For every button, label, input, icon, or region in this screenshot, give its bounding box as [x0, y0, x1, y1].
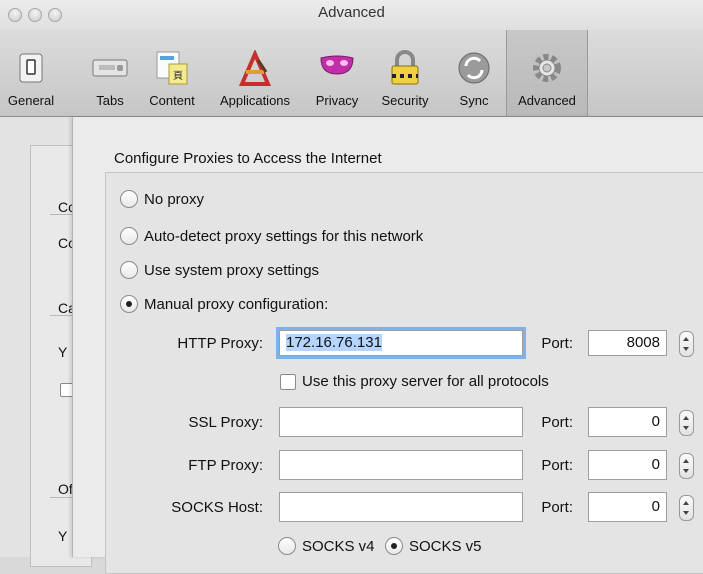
sync-icon — [458, 52, 490, 84]
system-proxy-option[interactable]: Use system proxy settings — [120, 261, 319, 279]
ssl-port-input[interactable]: 0 — [588, 407, 667, 437]
socks-v5-label: SOCKS v5 — [409, 537, 482, 555]
svg-text:頁: 頁 — [173, 70, 183, 82]
radio-button[interactable] — [120, 190, 138, 208]
toolbar-privacy-label: Privacy — [315, 93, 359, 108]
toolbar-applications[interactable]: Applications — [204, 30, 306, 116]
toolbar-applications-label: Applications — [219, 93, 291, 108]
ssl-port-stepper[interactable] — [679, 410, 694, 436]
preferences-toolbar: General Tabs 頁 Content Applications Priv… — [0, 30, 703, 117]
socks-v4-label: SOCKS v4 — [302, 537, 375, 555]
radio-button-selected[interactable] — [120, 295, 138, 313]
http-proxy-input[interactable]: 172.16.76.131 — [276, 327, 526, 359]
background-label: Of — [58, 481, 73, 497]
http-port-input[interactable]: 8008 — [588, 330, 667, 356]
toolbar-advanced[interactable]: Advanced — [506, 30, 588, 116]
socks-port-stepper[interactable] — [679, 495, 694, 521]
toolbar-security-label: Security — [381, 93, 429, 108]
proxy-heading: Configure Proxies to Access the Internet — [114, 150, 382, 167]
http-proxy-label: HTTP Proxy: — [177, 335, 263, 352]
socks-v4-option[interactable]: SOCKS v4 — [278, 537, 375, 555]
toolbar-tabs[interactable]: Tabs — [80, 30, 140, 116]
toolbar-tabs-label: Tabs — [96, 93, 124, 108]
tabs-icon — [92, 59, 128, 77]
manual-proxy-label: Manual proxy configuration: — [144, 295, 329, 313]
socks-host-input[interactable] — [279, 492, 523, 522]
ssl-port-label: Port: — [541, 414, 573, 431]
radio-button[interactable] — [278, 537, 296, 555]
ftp-port-input[interactable]: 0 — [588, 450, 667, 480]
radio-button-selected[interactable] — [385, 537, 403, 555]
ssl-proxy-label: SSL Proxy: — [188, 414, 263, 431]
applications-icon — [238, 50, 272, 86]
no-proxy-label: No proxy — [144, 190, 205, 208]
privacy-mask-icon — [320, 55, 354, 75]
auto-detect-label: Auto-detect proxy settings for this netw… — [144, 227, 424, 245]
no-proxy-option[interactable]: No proxy — [120, 190, 204, 208]
socks-port-input[interactable]: 0 — [588, 492, 667, 522]
http-port-label: Port: — [541, 335, 573, 352]
all-protocols-checkbox[interactable] — [280, 374, 296, 390]
http-proxy-value: 172.16.76.131 — [286, 334, 382, 351]
content-icon: 頁 — [156, 51, 188, 85]
radio-button[interactable] — [120, 227, 138, 245]
system-proxy-label: Use system proxy settings — [144, 261, 320, 279]
toolbar-privacy[interactable]: Privacy — [306, 30, 368, 116]
window-title: Advanced — [318, 4, 385, 21]
toolbar-content[interactable]: 頁 Content — [140, 30, 204, 116]
radio-button[interactable] — [120, 261, 138, 279]
gear-icon — [533, 54, 561, 82]
padlock-icon — [391, 50, 419, 85]
ssl-proxy-input[interactable] — [279, 407, 523, 437]
socks-v5-option[interactable]: SOCKS v5 — [385, 537, 482, 555]
background-label: Y — [58, 344, 68, 360]
all-protocols-label: Use this proxy server for all protocols — [302, 373, 549, 390]
ftp-port-stepper[interactable] — [679, 453, 694, 479]
toolbar-advanced-label: Advanced — [518, 93, 576, 108]
preferences-content: Cc Co Ca Y Of Y Configure Proxies to Acc… — [0, 117, 703, 574]
toolbar-general-label: General — [7, 93, 55, 108]
http-port-stepper[interactable] — [679, 331, 694, 357]
socks-port-label: Port: — [541, 499, 573, 516]
general-switch-icon — [19, 53, 43, 83]
toolbar-content-label: Content — [149, 93, 195, 108]
toolbar-general[interactable]: General — [0, 30, 62, 116]
ftp-proxy-label: FTP Proxy: — [188, 457, 263, 474]
toolbar-security[interactable]: Security — [368, 30, 442, 116]
ftp-proxy-input[interactable] — [279, 450, 523, 480]
manual-proxy-option[interactable]: Manual proxy configuration: — [120, 295, 328, 313]
socks-host-label: SOCKS Host: — [171, 499, 263, 516]
auto-detect-option[interactable]: Auto-detect proxy settings for this netw… — [120, 227, 423, 245]
connection-settings-sheet: Configure Proxies to Access the Internet… — [72, 117, 703, 574]
ftp-port-label: Port: — [541, 457, 573, 474]
background-label: Y — [58, 528, 68, 544]
toolbar-sync-label: Sync — [459, 93, 489, 108]
toolbar-sync[interactable]: Sync — [442, 30, 506, 116]
